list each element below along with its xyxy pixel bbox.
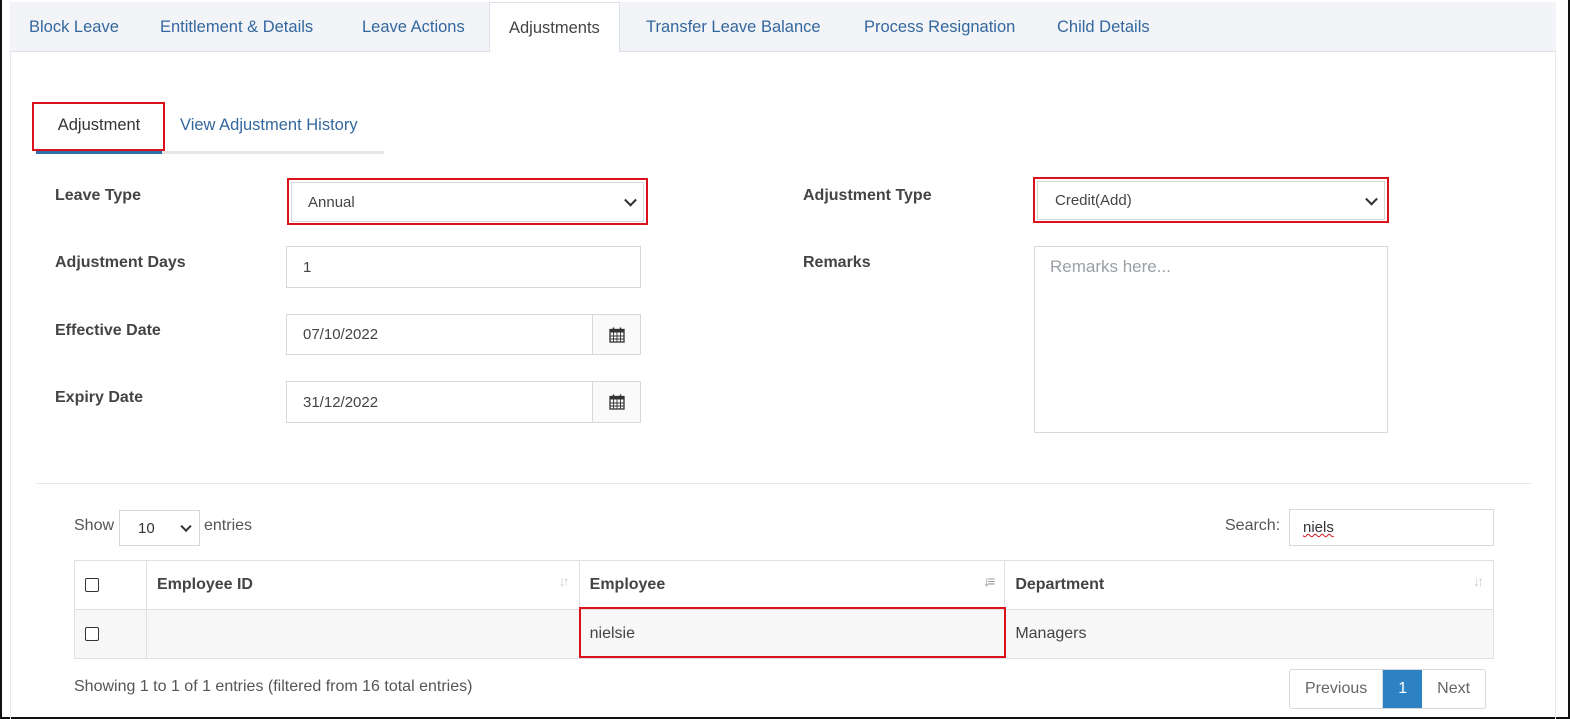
employee-id-header-label: Employee ID xyxy=(156,576,253,593)
table-header-row: Employee ID ↓↑ Employee ↓≡ Department ↓↑ xyxy=(74,560,1494,610)
leave-type-select[interactable]: Annual xyxy=(291,182,644,222)
effective-date-label: Effective Date xyxy=(55,322,161,339)
effective-date-value: 07/10/2022 xyxy=(303,326,379,343)
next-page-button[interactable]: Next xyxy=(1422,670,1485,708)
top-tab-bar: Block Leave Entitlement & Details Leave … xyxy=(10,2,1556,53)
row-checkbox[interactable] xyxy=(85,626,99,641)
adjustment-type-value: Credit(Add) xyxy=(1055,192,1132,209)
expiry-date-label: Expiry Date xyxy=(55,389,144,406)
tab-leave-actions[interactable]: Leave Actions xyxy=(343,2,484,52)
calendar-icon xyxy=(608,327,625,343)
effective-date-input[interactable]: 07/10/2022 xyxy=(286,314,594,355)
chevron-down-icon xyxy=(180,520,192,533)
show-label: Show xyxy=(74,517,115,534)
sort-icon: ↓↑ xyxy=(558,573,570,589)
employee-table: Employee ID ↓↑ Employee ↓≡ Department ↓↑ ni… xyxy=(74,560,1494,659)
tab-process-resignation[interactable]: Process Resignation xyxy=(845,2,1034,52)
department-header-label: Department xyxy=(1015,576,1105,593)
column-header-employee[interactable]: Employee ↓≡ xyxy=(578,560,1006,610)
subtab-view-adjustment-history[interactable]: View Adjustment History xyxy=(180,104,358,151)
department-cell: Managers xyxy=(1004,609,1494,659)
select-all-checkbox[interactable] xyxy=(85,577,99,592)
table-info: Showing 1 to 1 of 1 entries (filtered fr… xyxy=(74,678,473,695)
sort-ascending-icon: ↓≡ xyxy=(983,573,995,589)
leave-type-value: Annual xyxy=(308,193,355,211)
employee-header-label: Employee xyxy=(589,576,666,593)
pagination: Previous 1 Next xyxy=(1289,669,1487,709)
previous-page-button[interactable]: Previous xyxy=(1290,670,1384,708)
entries-label: entries xyxy=(204,517,253,534)
effective-date-calendar-button[interactable] xyxy=(592,314,641,355)
search-input[interactable]: niels xyxy=(1289,509,1494,546)
tab-entitlement-details[interactable]: Entitlement & Details xyxy=(141,2,332,52)
expiry-date-input[interactable]: 31/12/2022 xyxy=(286,381,594,423)
tab-child-details[interactable]: Child Details xyxy=(1038,2,1169,52)
section-divider xyxy=(36,483,1531,484)
adjustment-days-value: 1 xyxy=(303,258,312,276)
remarks-label: Remarks xyxy=(803,254,871,271)
table-row[interactable]: nielsie Managers xyxy=(74,609,1494,659)
leave-type-label: Leave Type xyxy=(55,187,141,204)
sort-icon: ↓↑ xyxy=(1473,573,1484,589)
expiry-date-calendar-button[interactable] xyxy=(592,381,641,423)
employee-cell: nielsie xyxy=(578,609,1006,659)
chevron-down-icon xyxy=(624,193,637,207)
subtab-adjustment[interactable]: Adjustment xyxy=(36,104,162,154)
expiry-date-value: 31/12/2022 xyxy=(303,393,379,411)
tab-adjustments[interactable]: Adjustments xyxy=(489,2,620,53)
page-1-button[interactable]: 1 xyxy=(1383,670,1423,708)
tab-transfer-leave-balance[interactable]: Transfer Leave Balance xyxy=(627,2,840,52)
entries-per-page-select[interactable]: 10 xyxy=(119,510,200,546)
search-value: niels xyxy=(1303,519,1334,536)
tab-block-leave[interactable]: Block Leave xyxy=(10,2,138,52)
remarks-textarea[interactable]: Remarks here... xyxy=(1034,246,1388,433)
sub-tab-bar: Adjustment View Adjustment History xyxy=(36,104,384,154)
column-header-department[interactable]: Department ↓↑ xyxy=(1004,560,1494,610)
calendar-icon xyxy=(608,394,625,410)
adjustment-type-label: Adjustment Type xyxy=(803,187,932,204)
employee-id-cell xyxy=(145,609,580,659)
adjustment-type-select[interactable]: Credit(Add) xyxy=(1037,181,1385,220)
adjustment-days-label: Adjustment Days xyxy=(55,254,186,271)
entries-value: 10 xyxy=(138,519,155,537)
chevron-down-icon xyxy=(1365,192,1378,206)
remarks-placeholder: Remarks here... xyxy=(1050,257,1171,276)
adjustment-days-input[interactable]: 1 xyxy=(286,246,641,288)
column-header-employee-id[interactable]: Employee ID ↓↑ xyxy=(145,560,580,610)
select-all-cell xyxy=(74,560,147,610)
row-select-cell xyxy=(74,609,147,659)
search-label: Search: xyxy=(1225,517,1281,534)
